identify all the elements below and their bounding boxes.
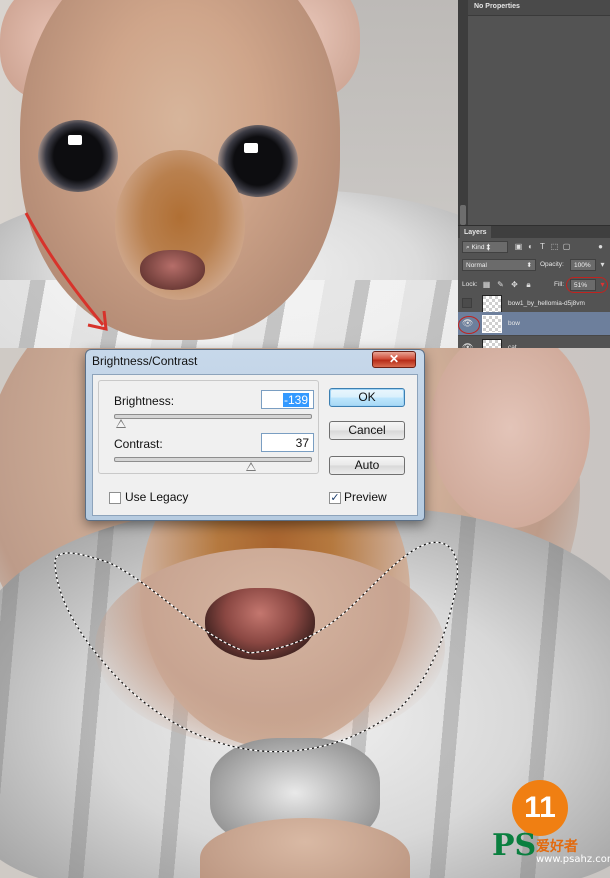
opacity-label: Opacity: — [540, 261, 564, 268]
layer-name: bow — [508, 320, 520, 327]
preview-checkbox[interactable]: ✓ — [329, 492, 341, 504]
dialog-body: Brightness: -139 Contrast: 37 OK Cancel … — [92, 374, 418, 516]
auto-button[interactable]: Auto — [329, 456, 405, 475]
cat-nose — [140, 250, 205, 290]
layer-thumbnail — [482, 339, 502, 348]
cat-eye-left — [38, 120, 118, 192]
contrast-slider-track[interactable] — [114, 457, 312, 462]
type-filter-icon[interactable]: T — [538, 242, 547, 251]
brightness-input[interactable]: -139 — [261, 390, 314, 409]
properties-body — [468, 16, 610, 221]
red-arrow-annotation — [24, 212, 108, 331]
adjustment-filter-icon[interactable]: ◐ — [526, 242, 535, 251]
brightness-contrast-dialog: Brightness/Contrast ✕ Brightness: -139 C… — [85, 349, 425, 521]
dialog-title: Brightness/Contrast — [92, 354, 198, 368]
properties-header: No Properties — [468, 0, 610, 16]
visibility-toggle-off[interactable] — [462, 298, 472, 308]
layer-thumbnail — [482, 295, 502, 313]
lock-transparent-icon[interactable]: ▦ — [482, 280, 491, 289]
pixel-filter-icon[interactable]: ▣ — [514, 242, 523, 251]
layers-tab-bar: Layers — [458, 225, 610, 239]
properties-title: No Properties — [474, 3, 520, 10]
brand-mark: PS — [492, 828, 537, 863]
filter-toggle-icon[interactable]: ● — [596, 242, 605, 251]
lock-image-icon[interactable]: ✎ — [496, 280, 505, 289]
blend-row: Normal ⬍ Opacity: 100% ▾ — [458, 256, 610, 274]
photoshop-panel: No Properties Layers ⌕ Kind ⬍ ▣ ◐ T ⬚ ▢ … — [458, 0, 610, 348]
fill-dropdown-icon[interactable]: ▾ — [598, 280, 607, 289]
brand-chinese: 爱好者 — [536, 839, 578, 855]
lock-all-icon[interactable]: 🔒︎ — [524, 280, 533, 289]
close-button[interactable]: ✕ — [372, 351, 416, 368]
fill-field[interactable]: 51% — [570, 279, 596, 291]
brand-url: www.psahz.com — [536, 854, 610, 865]
blend-mode-select[interactable]: Normal ⬍ — [462, 259, 536, 271]
layer-filter-row: ⌕ Kind ⬍ ▣ ◐ T ⬚ ▢ ● — [458, 238, 610, 256]
use-legacy-label[interactable]: Use Legacy — [125, 490, 188, 504]
panel-scrollbar[interactable] — [458, 0, 468, 230]
dialog-titlebar[interactable]: Brightness/Contrast ✕ — [86, 350, 424, 372]
adjustment-group: Brightness: -139 Contrast: 37 — [98, 380, 319, 474]
brightness-label: Brightness: — [114, 394, 175, 408]
eye-icon[interactable]: 👁︎ — [462, 318, 473, 328]
brightness-slider-track[interactable] — [114, 414, 312, 419]
smart-object-filter-icon[interactable]: ▢ — [562, 242, 571, 251]
chevron-down-icon: ⬍ — [526, 262, 532, 269]
fill-label: Fill: — [554, 281, 565, 288]
lock-label: Lock: — [462, 281, 478, 288]
cancel-button[interactable]: Cancel — [329, 421, 405, 440]
layer-row-selected[interactable]: 👁︎ bow — [458, 312, 610, 336]
ok-button[interactable]: OK — [329, 388, 405, 407]
panel-scroll-thumb[interactable] — [460, 205, 466, 225]
layer-name: bow1_by_hellomia-d5j8vm — [508, 300, 585, 307]
shape-filter-icon[interactable]: ⬚ — [550, 242, 559, 251]
opacity-field[interactable]: 100% — [570, 259, 596, 271]
contrast-slider-thumb[interactable] — [246, 462, 256, 471]
brightness-slider-thumb[interactable] — [116, 419, 126, 428]
lock-position-icon[interactable]: ✥ — [510, 280, 519, 289]
preview-label[interactable]: Preview — [344, 490, 387, 504]
kind-filter-select[interactable]: ⌕ Kind ⬍ — [462, 241, 508, 253]
opacity-dropdown-icon[interactable]: ▾ — [598, 260, 607, 269]
site-logo: 11 PS 爱好者 www.psahz.com — [492, 780, 610, 878]
contrast-label: Contrast: — [114, 437, 163, 451]
use-legacy-checkbox[interactable] — [109, 492, 121, 504]
layer-row[interactable]: 👁︎ cat — [458, 336, 610, 348]
top-canvas-image — [0, 0, 458, 348]
close-icon: ✕ — [388, 352, 400, 366]
layer-thumbnail — [482, 315, 502, 333]
contrast-input[interactable]: 37 — [261, 433, 314, 452]
